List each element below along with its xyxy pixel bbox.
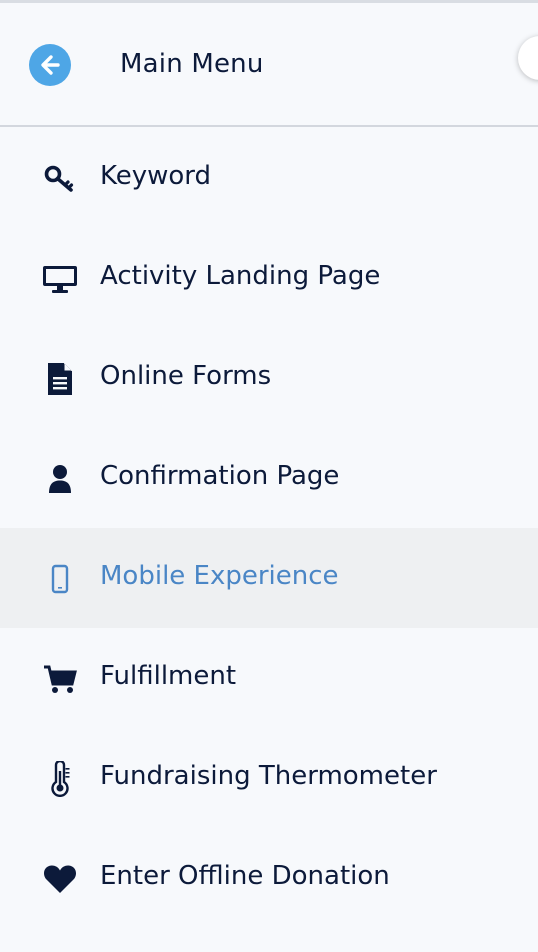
menu-item-online-forms[interactable]: Online Forms xyxy=(0,328,538,428)
menu-header: Main Menu xyxy=(0,3,538,127)
menu-item-label: Fulfillment xyxy=(100,661,237,691)
menu-item-activity-landing-page[interactable]: Activity Landing Page xyxy=(0,228,538,328)
menu-item-label: Enter Offline Donation xyxy=(100,861,390,891)
menu-item-keyword[interactable]: Keyword xyxy=(0,128,538,228)
key-icon xyxy=(40,164,80,194)
heart-icon xyxy=(40,864,80,894)
user-icon xyxy=(40,464,80,494)
document-icon xyxy=(40,363,80,395)
page-title: Main Menu xyxy=(120,49,264,79)
menu-item-mobile-experience[interactable]: Mobile Experience xyxy=(0,528,538,628)
thermometer-icon xyxy=(40,761,80,797)
desktop-icon xyxy=(40,264,80,294)
main-menu: Keyword Activity Landing Page Online For xyxy=(0,128,538,928)
menu-item-label: Keyword xyxy=(100,161,212,191)
back-button[interactable] xyxy=(29,44,71,86)
menu-item-label: Confirmation Page xyxy=(100,461,340,491)
menu-item-label: Mobile Experience xyxy=(100,561,339,591)
menu-item-enter-offline-donation[interactable]: Enter Offline Donation xyxy=(0,828,538,928)
menu-item-fundraising-thermometer[interactable]: Fundraising Thermometer xyxy=(0,728,538,828)
arrow-left-circle-icon xyxy=(41,55,60,75)
menu-item-label: Activity Landing Page xyxy=(100,261,381,291)
panel-toggle-button[interactable] xyxy=(518,36,538,80)
mobile-phone-icon xyxy=(40,564,80,594)
menu-item-confirmation-page[interactable]: Confirmation Page xyxy=(0,428,538,528)
shopping-cart-icon xyxy=(40,664,80,694)
menu-item-fulfillment[interactable]: Fulfillment xyxy=(0,628,538,728)
menu-item-label: Online Forms xyxy=(100,361,272,391)
menu-item-label: Fundraising Thermometer xyxy=(100,761,437,791)
